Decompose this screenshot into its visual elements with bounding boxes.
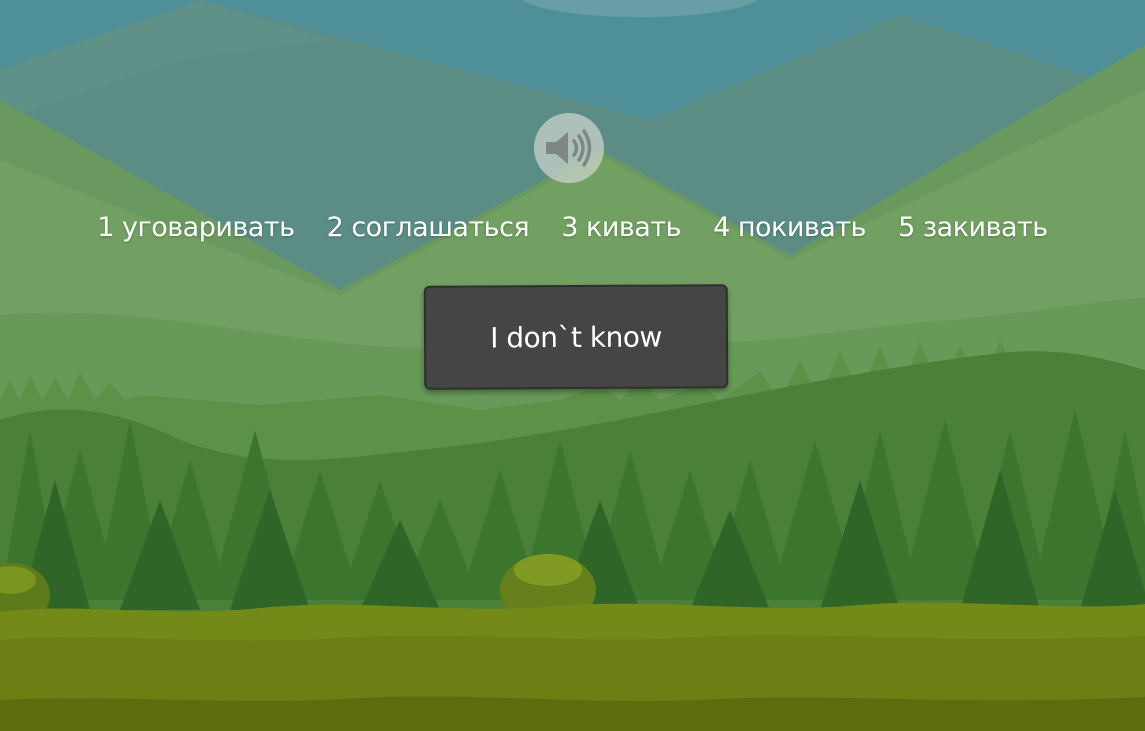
option-1[interactable]: 1 уговаривать [97,212,295,243]
option-4[interactable]: 4 покивать [713,212,866,243]
option-5[interactable]: 5 закивать [898,212,1048,243]
answer-options: 1 уговаривать 2 соглашаться 3 кивать 4 п… [0,212,1145,243]
bush-center-highlight [514,554,582,586]
option-3[interactable]: 3 кивать [561,212,681,243]
speaker-icon [546,129,592,167]
dont-know-button[interactable]: I don`t know [423,284,729,390]
sound-button[interactable] [534,113,604,183]
game-stage: 1 уговаривать 2 соглашаться 3 кивать 4 п… [0,0,1145,731]
option-2[interactable]: 2 соглашаться [327,212,530,243]
dont-know-label: I don`t know [490,320,662,354]
ground-bottom [0,696,1145,731]
